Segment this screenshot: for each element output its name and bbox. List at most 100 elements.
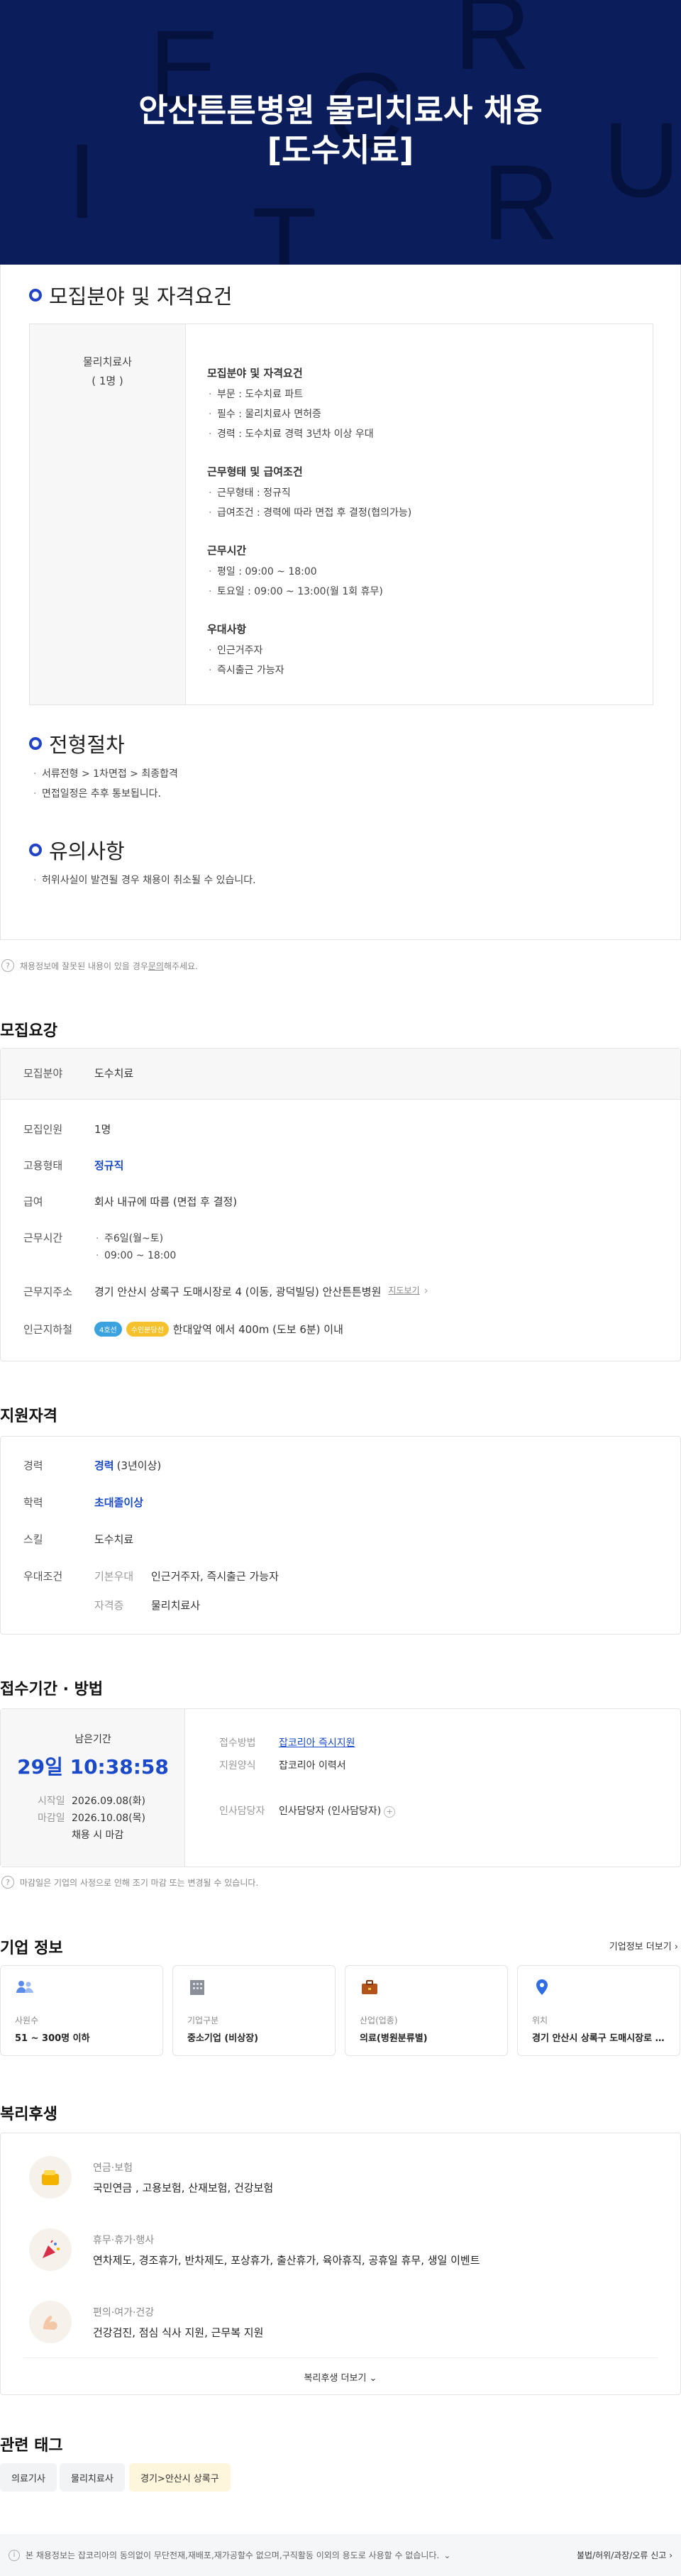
apply-method: 접수방법 잡코리아 즉시지원 지원양식 잡코리아 이력서 인사담당자 인사담당자 (인… xyxy=(219,1732,396,1823)
requirement-group: 근무형태 및 급여조건 근무형태 : 정규직 급여조건 : 경력에 따라 면접 … xyxy=(207,464,411,523)
field-count: ( 1명 ) xyxy=(92,375,123,387)
welfare-more-button[interactable]: 복리후생 더보기 ⌄ xyxy=(1,2370,680,2384)
welfare-item: 휴무·휴가·행사 연차제도, 경조휴가, 반차제도, 포상휴가, 출산휴가, 육아… xyxy=(29,2228,480,2271)
question-icon: ? xyxy=(1,959,14,972)
map-link[interactable]: 지도보기 xyxy=(388,1284,419,1296)
copyright-notice[interactable]: i 본 채용정보는 잡코리아의 동의없이 무단전재,재배포,재가공할수 없으며,… xyxy=(9,2549,450,2561)
list-item: 근무형태 : 정규직 xyxy=(207,483,411,503)
apply-box: 남은기간 29일 10:38:58 시작일 2026.09.08(화) 마감일 20… xyxy=(0,1708,681,1867)
chevron-down-icon: ⌄ xyxy=(369,2373,377,2384)
process-list: 서류전형 > 1차면접 > 최종합격 면접일정은 추후 통보됩니다. xyxy=(32,764,178,804)
recruit-count-row: 모집인원 1명 xyxy=(23,1123,111,1136)
inquiry-link[interactable]: 문의 xyxy=(148,960,164,972)
requirement-group: 우대사항 인근거주자 즉시출근 가능자 xyxy=(207,621,411,680)
welfare-item: 편의·여가·건강 건강검진, 점심 식사 지원, 근무복 지원 xyxy=(29,2301,263,2343)
hero-title-line1: 안산튼튼병원 물리치료사 채용 xyxy=(138,92,543,129)
building-icon xyxy=(190,1980,204,1995)
deadline-note: ? 마감일은 기업의 사정으로 인해 조기 마감 또는 변경될 수 있습니다. xyxy=(1,1876,258,1889)
countdown: 29일 10:38:58 xyxy=(17,1755,169,1779)
qualification-box: 경력 경력 (3년이상) 학력 초대졸이상 스킬 도수치료 우대조건 기본우대 인근거주자… xyxy=(0,1436,681,1635)
date-list: 시작일 2026.09.08(화) 마감일 2026.10.08(목) 채용 시 마… xyxy=(38,1796,145,1841)
education-row: 학력 초대졸이상 xyxy=(23,1496,144,1509)
people-icon xyxy=(16,1981,33,1993)
bullet-circle-icon xyxy=(29,289,42,302)
requirements-field-cell: 물리치료사 ( 1명 ) xyxy=(30,324,186,704)
recruit-type-row: 고용형태 정규직 xyxy=(23,1159,124,1172)
bullet-circle-icon xyxy=(29,844,42,856)
recruit-field-row: 모집분야 도수치료 xyxy=(23,1067,134,1080)
list-item: 필수 : 물리치료사 면허증 xyxy=(207,404,411,424)
wallet-icon xyxy=(29,2156,72,2199)
hero-deco-letter: R xyxy=(454,0,531,92)
chevron-right-icon: › xyxy=(674,1942,678,1952)
requirements-table: 물리치료사 ( 1명 ) 모집분야 및 자격요건 부문 : 도수치료 파트 필수… xyxy=(29,324,653,705)
list-item: 평일 : 09:00 ~ 18:00 xyxy=(207,562,411,582)
list-item: 허위사실이 발견될 경우 채용이 취소될 수 있습니다. xyxy=(32,870,256,890)
hero-deco-letter: T xyxy=(252,185,317,265)
recruit-address-row: 근무지주소 경기 안산시 상록구 도매시장로 4 (이동, 광덕빌딩) 안산튼튼병… xyxy=(23,1284,428,1298)
party-popper-icon xyxy=(29,2228,72,2271)
skill-row: 스킬 도수치료 xyxy=(23,1533,134,1546)
instant-apply-link[interactable]: 잡코리아 즉시지원 xyxy=(279,1737,355,1749)
bullet-circle-icon xyxy=(29,737,42,750)
tag-chip[interactable]: 경기>안산시 상록구 xyxy=(129,2463,231,2492)
list-item: 서류전형 > 1차면접 > 최종합격 xyxy=(32,764,178,784)
company-card-employees: 사원수 51 ~ 300명 이하 xyxy=(0,1965,163,2056)
page: E R C U I R T 안산튼튼병원 물리치료사 채용 [도수치료] 모집분… xyxy=(0,0,681,2576)
list-item: 즉시출근 가능자 xyxy=(207,660,411,680)
report-link[interactable]: 불법/허위/과장/오류 신고 › xyxy=(577,2549,672,2561)
hero-title: 안산튼튼병원 물리치료사 채용 [도수치료] xyxy=(0,91,681,170)
company-card-type: 기업구분 중소기업 (비상장) xyxy=(172,1965,336,2056)
list-item: 급여조건 : 경력에 따라 면접 후 결정(협의가능) xyxy=(207,503,411,523)
recruit-box: 모집분야 도수치료 모집인원 1명 고용형태 정규직 급여 회사 내규에 따름 (면접 … xyxy=(0,1048,681,1361)
info-icon: i xyxy=(9,2549,20,2561)
chevron-right-icon: › xyxy=(669,2550,672,2560)
list-item: 경력 : 도수치료 경력 3년차 이상 우대 xyxy=(207,424,411,444)
hero-banner: E R C U I R T 안산튼튼병원 물리치료사 채용 [도수치료] xyxy=(0,0,681,265)
field-label: 물리치료사 xyxy=(82,355,132,368)
plus-icon[interactable]: + xyxy=(384,1806,396,1818)
list-item: 부문 : 도수치료 파트 xyxy=(207,385,411,404)
tag-chip[interactable]: 의료기사 xyxy=(0,2463,57,2492)
question-icon: ? xyxy=(1,1876,14,1889)
section-title-apply: 접수기간 · 방법 xyxy=(0,1681,104,1698)
subway-line-badge: 수인분당선 xyxy=(126,1322,169,1337)
list-item: 토요일 : 09:00 ~ 13:00(월 1회 휴무) xyxy=(207,582,411,602)
chevron-right-icon: › xyxy=(423,1284,428,1297)
requirements-content: 모집분야 및 자격요건 부문 : 도수치료 파트 필수 : 물리치료사 면허증 … xyxy=(186,324,411,704)
tag-chip[interactable]: 물리치료사 xyxy=(60,2463,125,2492)
section-heading-notice: 유의사항 xyxy=(29,835,125,865)
section-heading-process: 전형절차 xyxy=(29,729,125,758)
chevron-down-icon: ⌄ xyxy=(443,2550,451,2560)
career-row: 경력 경력 (3년이상) xyxy=(23,1459,162,1472)
footer-bar: i 본 채용정보는 잡코리아의 동의없이 무단전재,재배포,재가공할수 없으며,… xyxy=(0,2534,681,2576)
recruit-subway-row: 인근지하철 4호선 수인분당선 한대앞역 에서 400m (도보 6분) 이내 xyxy=(23,1322,343,1337)
section-title-recruit: 모집요강 xyxy=(0,1022,57,1040)
briefcase-icon xyxy=(362,1980,377,1994)
subway-line-badge: 4호선 xyxy=(94,1322,122,1337)
requirement-group: 모집분야 및 자격요건 부문 : 도수치료 파트 필수 : 물리치료사 면허증 … xyxy=(207,365,411,444)
company-card-location: 위치 경기 안산시 상록구 도매시장로 4 (이동, 광덕빌딩) xyxy=(517,1965,680,2056)
location-icon xyxy=(536,1979,548,1995)
welfare-box: 연금·보험 국민연금 , 고용보험, 산재보험, 건강보험 휴무·휴가·행사 연차제… xyxy=(0,2133,681,2395)
section-title-company: 기업 정보 xyxy=(0,1940,63,1957)
notice-list: 허위사실이 발견될 경우 채용이 취소될 수 있습니다. xyxy=(32,870,256,890)
section-title-qualification: 지원자격 xyxy=(0,1408,57,1425)
list-item: 인근거주자 xyxy=(207,641,411,660)
section-title-welfare: 복리후생 xyxy=(0,2106,57,2123)
requirement-group: 근무시간 평일 : 09:00 ~ 18:00 토요일 : 09:00 ~ 13… xyxy=(207,543,411,602)
section-heading-requirements: 모집분야 및 자격요건 xyxy=(29,280,233,310)
company-card-industry: 산업(업종) 의료(병원분류별) xyxy=(345,1965,508,2056)
list-item: 면접일정은 추후 통보됩니다. xyxy=(32,784,178,804)
remaining-panel: 남은기간 29일 10:38:58 시작일 2026.09.08(화) 마감일 20… xyxy=(1,1709,185,1867)
recruit-salary-row: 급여 회사 내규에 따름 (면접 후 결정) xyxy=(23,1195,238,1208)
recruit-hours-row: 근무시간 주6일(월~토)09:00 ~ 18:00 xyxy=(23,1230,176,1264)
company-more-link[interactable]: 기업정보 더보기 › xyxy=(609,1939,678,1952)
preference-row: 우대조건 기본우대 인근거주자, 즉시출근 가능자 자격증 물리치료사 xyxy=(23,1570,279,1612)
arm-muscle-icon xyxy=(29,2301,72,2343)
welfare-item: 연금·보험 국민연금 , 고용보험, 산재보험, 건강보험 xyxy=(29,2156,273,2199)
hero-title-line2: [도수치료] xyxy=(267,131,414,169)
report-note: ? 채용정보에 잘못된 내용이 있을 경우 문의 해주세요. xyxy=(1,959,198,972)
job-detail-card: 모집분야 및 자격요건 물리치료사 ( 1명 ) 모집분야 및 자격요건 부문 … xyxy=(0,265,681,940)
section-title-tags: 관련 태그 xyxy=(0,2437,63,2455)
